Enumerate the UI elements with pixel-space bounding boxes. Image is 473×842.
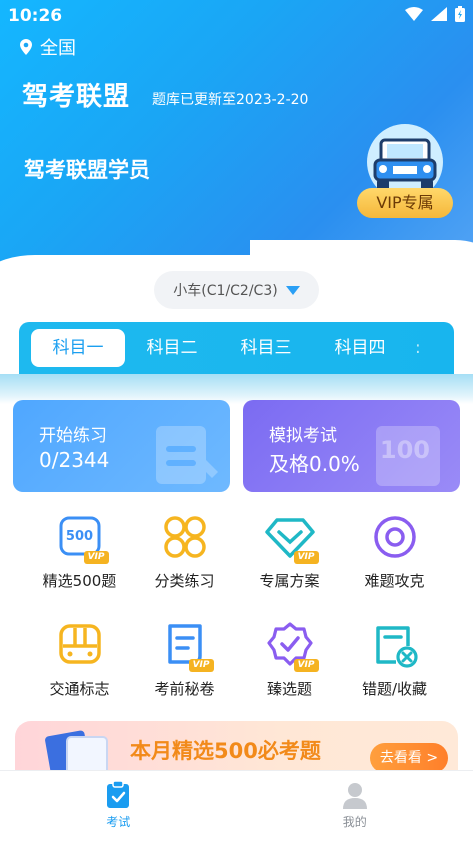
update-note: 题库已更新至2023-2-20 [152, 92, 309, 108]
location-selector[interactable]: 全国 [20, 34, 76, 60]
profile-user-icon [342, 783, 367, 809]
secret-paper-vip-icon: VIP [160, 620, 214, 672]
exam-pass-rate: 及格0.0% [269, 452, 360, 476]
vip-mini-badge: VIP [293, 659, 319, 672]
score-deco-number: 100 [379, 436, 430, 464]
diamond-vip-icon: VIP [264, 512, 319, 564]
feature-label: 专属方案 [259, 572, 320, 590]
target-ring-icon [370, 512, 420, 562]
document-deco-icon [156, 426, 218, 484]
bottom-nav: 考试 我的 [0, 770, 473, 842]
vip-mini-badge: VIP [83, 551, 109, 564]
exam-clipboard-icon [107, 781, 130, 808]
app-title: 驾考联盟 [22, 82, 131, 112]
banner-title: 本月精选500必考题 [130, 739, 321, 763]
nav-exam[interactable]: 考试 [0, 771, 237, 842]
feature-item-plan[interactable]: VIP 专属方案 [237, 512, 342, 591]
battery-icon [455, 6, 465, 22]
feature-item-traffic-signs[interactable]: 交通标志 [27, 620, 132, 699]
nav-exam-label: 考试 [106, 815, 131, 829]
location-pin-icon [20, 39, 32, 55]
feature-label: 交通标志 [49, 680, 110, 698]
practice-progress: 0/2344 [39, 448, 110, 472]
tab-subject-3[interactable]: 科目三 [219, 329, 313, 367]
tab-subject-1[interactable]: 科目一 [31, 329, 125, 367]
location-label: 全国 [40, 38, 76, 59]
500-icon-text: 500 [65, 529, 94, 544]
feature-label: 考前秘卷 [154, 680, 215, 698]
status-time: 10:26 [8, 6, 63, 26]
feature-label: 分类练习 [154, 572, 215, 590]
feature-item-secret-paper[interactable]: VIP 考前秘卷 [132, 620, 237, 699]
tab-subject-2[interactable]: 科目二 [125, 329, 219, 367]
vip-mini-badge: VIP [188, 659, 214, 672]
feature-item-hard[interactable]: 难题攻克 [342, 512, 447, 591]
status-icons [405, 6, 465, 22]
tab-overflow-indicator[interactable]: : [415, 338, 421, 358]
vip-mini-badge: VIP [293, 551, 319, 564]
feature-item-selected[interactable]: VIP 臻选题 [237, 620, 342, 699]
feature-item-category[interactable]: 分类练习 [132, 512, 237, 591]
badge-check-vip-icon: VIP [265, 620, 319, 672]
nav-profile[interactable]: 我的 [237, 771, 473, 842]
feature-label: 精选500题 [42, 572, 117, 590]
vip-exclusive-label: VIP专属 [357, 188, 453, 218]
tab-subject-4[interactable]: 科目四 [313, 329, 407, 367]
banner-go-button[interactable]: 去看看 > [370, 743, 448, 773]
feature-label: 难题攻克 [364, 572, 425, 590]
status-bar: 10:26 [0, 0, 473, 32]
feature-label: 错题/收藏 [361, 680, 428, 698]
vip-car-icon [367, 124, 443, 198]
car-type-selector[interactable]: 小车(C1/C2/C3) [154, 271, 319, 309]
vip-badge[interactable]: VIP专属 [355, 122, 455, 218]
category-circles-icon [160, 512, 210, 562]
dropdown-triangle-icon [285, 285, 300, 295]
wrong-question-icon [370, 620, 420, 670]
nav-profile-label: 我的 [342, 815, 367, 829]
exam-title: 模拟考试 [269, 426, 337, 446]
mock-exam-card[interactable]: 模拟考试 及格0.0% 100 [243, 400, 460, 492]
member-title: 驾考联盟学员 [24, 158, 150, 182]
car-type-value: 小车(C1/C2/C3) [173, 283, 278, 299]
traffic-sign-icon [55, 620, 105, 670]
wifi-icon [405, 7, 423, 21]
start-practice-card[interactable]: 开始练习 0/2344 [13, 400, 230, 492]
500-vip-icon: 500 VIP [55, 512, 109, 564]
signal-icon [431, 7, 447, 21]
practice-title: 开始练习 [39, 426, 107, 446]
feature-label: 臻选题 [266, 680, 312, 698]
feature-item-wrong-favorites[interactable]: 错题/收藏 [342, 620, 447, 699]
subject-tabs: 科目一 科目二 科目三 科目四 : [19, 322, 454, 374]
feature-item-500[interactable]: 500 VIP 精选500题 [27, 512, 132, 591]
